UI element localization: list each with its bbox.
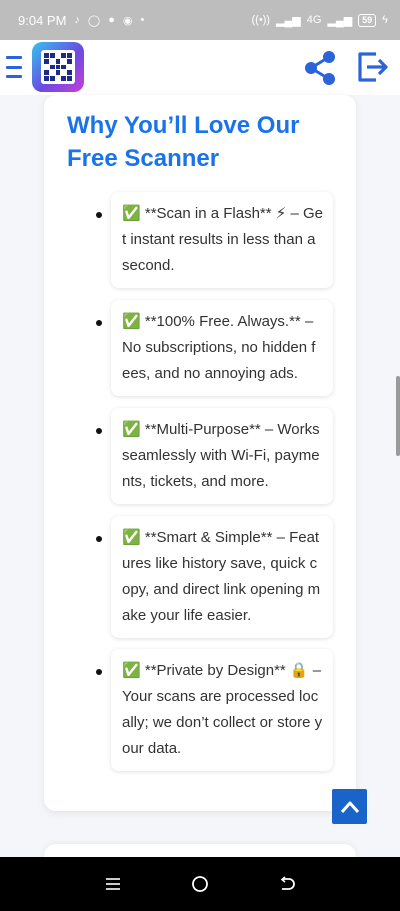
features-card: Why You’ll Love Our Free Scanner ✅ **Sca… <box>44 95 356 811</box>
chevron-up-icon <box>340 801 359 813</box>
checkmark-icon: ✅ <box>122 421 141 438</box>
whatsapp-icon: ◯ <box>87 14 101 27</box>
checkmark-icon: ✅ <box>122 662 141 679</box>
dot-icon: • <box>140 14 145 26</box>
network-4g-icon: 4G <box>306 14 322 26</box>
back-to-top-button[interactable] <box>332 789 367 824</box>
charging-icon: ϟ <box>382 14 388 26</box>
home-icon[interactable] <box>185 869 215 899</box>
chat-icon: ● <box>108 14 115 26</box>
qr-code-logo-icon[interactable] <box>32 42 84 92</box>
status-bar: 9:04 PM ♪ ◯ ● ◉ • ((•)) ▂▄▆ 4G ▂▄▆ 59 ϟ <box>0 0 400 40</box>
scrollbar[interactable] <box>396 376 400 456</box>
tiktok-icon: ♪ <box>74 14 80 26</box>
signal-icon: ▂▄▆ <box>276 14 301 27</box>
signal-icon: ▂▄▆ <box>327 14 353 27</box>
logout-icon[interactable] <box>356 50 390 84</box>
chrome-icon: ◉ <box>122 14 133 27</box>
list-bullet <box>96 320 102 326</box>
section-title: Why You’ll Love Our Free Scanner <box>67 112 300 172</box>
list-bullet <box>96 669 102 675</box>
feature-text: **Smart & Simple** – Features like histo… <box>122 529 321 624</box>
feature-text: **Multi-Purpose** – Works seamlessly wit… <box>122 421 320 490</box>
system-nav-bar <box>0 857 400 911</box>
list-item-scan-flash: ✅ **Scan in a Flash** ⚡ – Get instant re… <box>111 192 333 288</box>
list-bullet <box>96 536 102 542</box>
list-item-private: ✅ **Private by Design** 🔒 – Your scans a… <box>111 649 333 771</box>
status-left: 9:04 PM ♪ ◯ ● ◉ • <box>18 13 144 28</box>
feature-text: **Scan in a Flash** ⚡ – Get instant resu… <box>122 205 323 274</box>
feature-text: **Private by Design** 🔒 – Your scans are… <box>122 662 323 757</box>
recent-apps-icon[interactable] <box>98 869 128 899</box>
list-item-multi-purpose: ✅ **Multi-Purpose** – Works seamlessly w… <box>111 408 333 504</box>
status-right: ((•)) ▂▄▆ 4G ▂▄▆ 59 ϟ <box>251 13 388 27</box>
hamburger-menu-icon[interactable] <box>6 56 24 78</box>
list-item-free: ✅ **100% Free. Always.** – No subscripti… <box>111 300 333 396</box>
hotspot-icon: ((•)) <box>251 14 271 26</box>
status-time: 9:04 PM <box>18 12 67 28</box>
checkmark-icon: ✅ <box>122 529 141 546</box>
checkmark-icon: ✅ <box>122 205 141 222</box>
checkmark-icon: ✅ <box>122 313 141 330</box>
back-icon[interactable] <box>272 869 302 899</box>
battery-icon: 59 <box>358 13 377 27</box>
battery-level: 59 <box>362 15 373 25</box>
list-item-smart-simple: ✅ **Smart & Simple** – Features like his… <box>111 516 333 638</box>
app-header <box>0 40 400 95</box>
share-icon[interactable] <box>300 48 340 88</box>
feature-text: **100% Free. Always.** – No subscription… <box>122 313 316 382</box>
list-bullet <box>96 428 102 434</box>
list-bullet <box>96 212 102 218</box>
